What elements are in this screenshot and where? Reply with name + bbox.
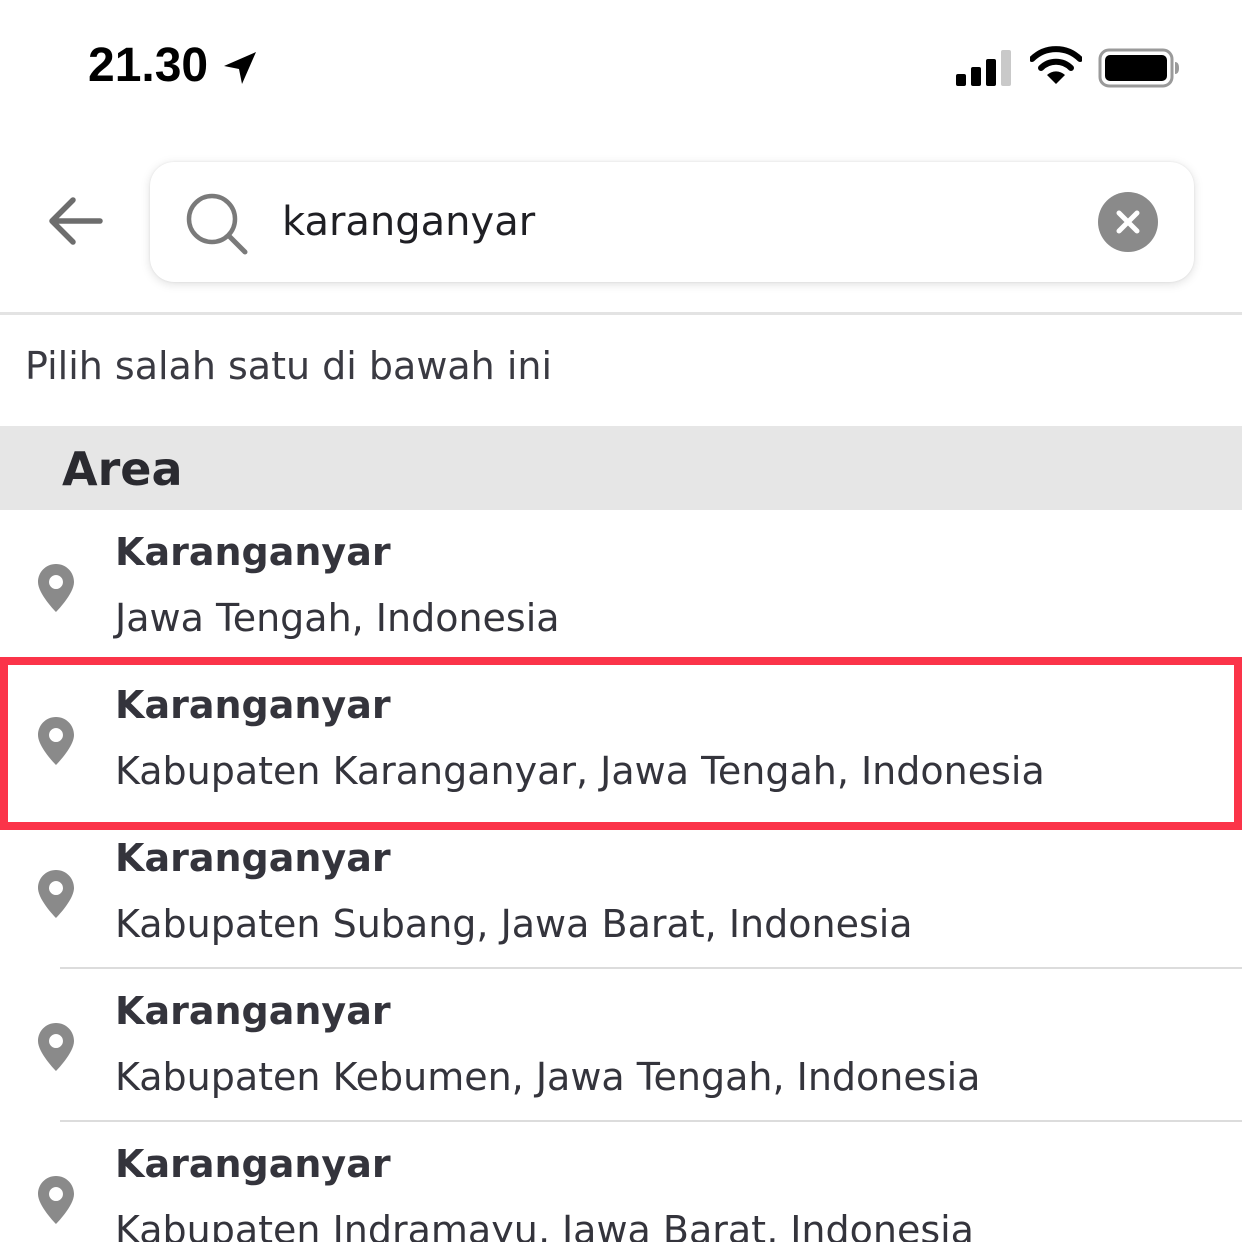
map-pin-icon [38, 1023, 74, 1071]
map-pin-icon [38, 564, 74, 612]
result-item[interactable]: Karanganyar Kabupaten Subang, Jawa Barat… [0, 816, 1242, 969]
back-arrow-icon [49, 197, 103, 245]
map-pin-icon [38, 717, 74, 765]
cellular-signal-icon [956, 50, 1011, 86]
search-icon [186, 193, 248, 255]
status-bar: 21.30 [0, 0, 1242, 130]
map-pin-icon [38, 870, 74, 918]
clear-icon [1116, 210, 1140, 234]
result-title: Karanganyar [115, 683, 391, 727]
section-title: Area [62, 442, 183, 496]
result-title: Karanganyar [115, 989, 391, 1033]
search-bar[interactable] [150, 162, 1194, 282]
result-subtitle: Kabupaten Indramayu, Jawa Barat, Indones… [115, 1208, 974, 1242]
location-arrow-icon [224, 52, 256, 84]
wifi-icon [1030, 46, 1082, 84]
result-subtitle: Kabupaten Subang, Jawa Barat, Indonesia [115, 902, 913, 946]
header-divider [0, 312, 1242, 315]
result-title: Karanganyar [115, 836, 391, 880]
result-subtitle: Jawa Tengah, Indonesia [115, 596, 560, 640]
clear-search-button[interactable] [1098, 192, 1158, 252]
map-pin-icon [38, 1176, 74, 1224]
battery-icon [1098, 48, 1179, 88]
screen: 21.30 karanganyar Pilih salah satu di ba… [0, 0, 1242, 1242]
back-button[interactable] [44, 190, 106, 252]
result-item[interactable]: Karanganyar Jawa Tengah, Indonesia [0, 510, 1242, 663]
status-time: 21.30 [88, 39, 209, 92]
result-subtitle: Kabupaten Kebumen, Jawa Tengah, Indonesi… [115, 1055, 981, 1099]
hint-text: Pilih salah satu di bawah ini [25, 344, 553, 388]
section-header: Area [0, 426, 1242, 510]
result-subtitle: Kabupaten Karanganyar, Jawa Tengah, Indo… [115, 749, 1045, 793]
result-item[interactable]: Karanganyar Kabupaten Indramayu, Jawa Ba… [0, 1122, 1242, 1242]
result-title: Karanganyar [115, 1142, 391, 1186]
result-title: Karanganyar [115, 530, 391, 574]
result-item-selected[interactable]: Karanganyar Kabupaten Karanganyar, Jawa … [0, 663, 1242, 816]
search-input[interactable] [282, 186, 1082, 258]
result-item[interactable]: Karanganyar Kabupaten Kebumen, Jawa Teng… [0, 969, 1242, 1122]
